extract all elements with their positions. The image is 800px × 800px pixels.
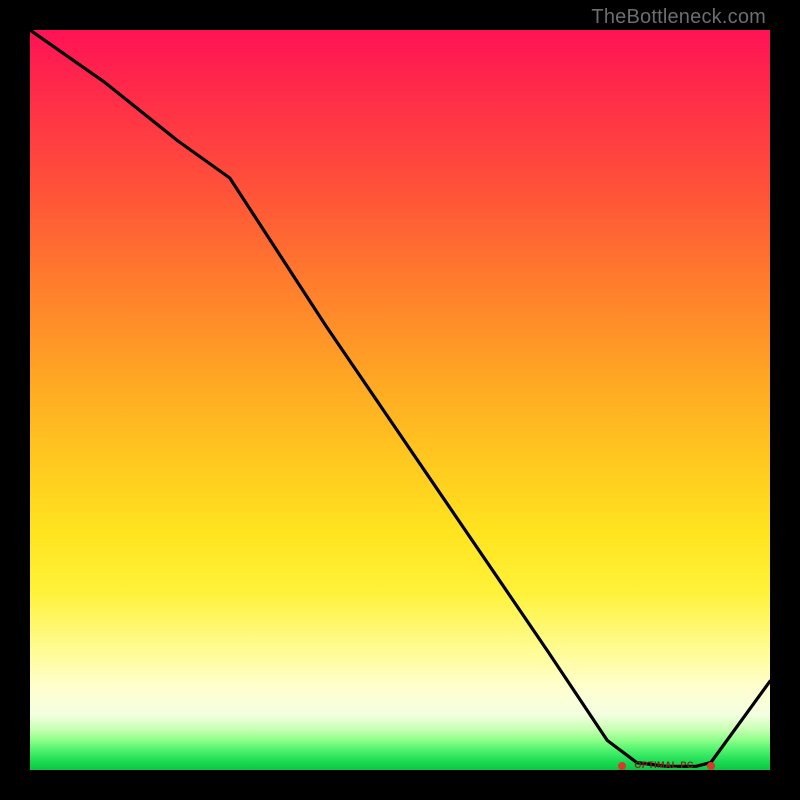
bottleneck-curve <box>30 30 770 766</box>
watermark-text: TheBottleneck.com <box>591 6 766 29</box>
optimal-label: OPTIMAL PC <box>634 760 693 770</box>
chart-frame: OPTIMAL PC <box>30 30 770 770</box>
chart-svg <box>30 30 770 770</box>
